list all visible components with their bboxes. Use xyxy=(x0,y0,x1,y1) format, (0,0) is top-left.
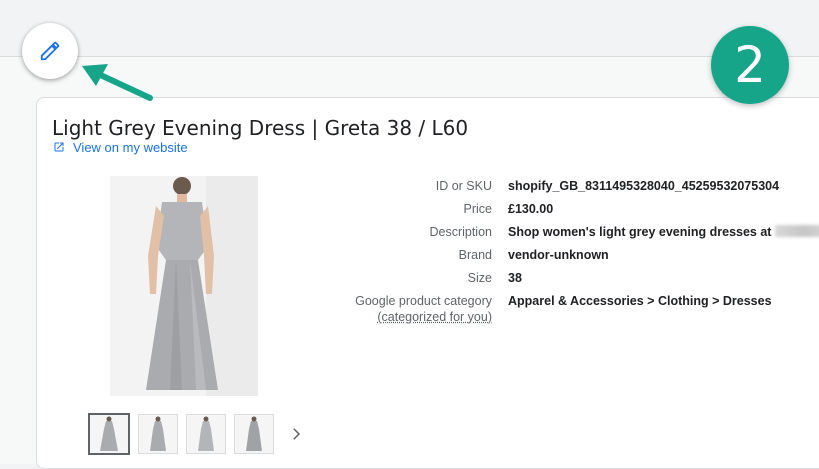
product-image xyxy=(110,176,258,396)
product-details: ID or SKU shopify_GB_8311495328040_45259… xyxy=(330,178,819,327)
categorized-note[interactable]: (categorized for you) xyxy=(330,309,492,325)
description-text: Shop women's light grey evening dresses … xyxy=(508,225,772,239)
view-link-label: View on my website xyxy=(73,139,188,155)
chevron-right-icon xyxy=(293,428,301,440)
detail-value-size: 38 xyxy=(508,271,522,285)
thumbnail[interactable] xyxy=(88,413,130,455)
edit-button[interactable] xyxy=(22,23,78,79)
thumbnail[interactable] xyxy=(186,414,226,454)
external-link-icon xyxy=(54,142,64,152)
thumbnail[interactable] xyxy=(138,414,178,454)
pointer-arrow-annotation xyxy=(82,64,153,101)
view-on-website-link[interactable]: View on my website xyxy=(53,139,188,155)
pencil-icon xyxy=(40,41,60,61)
detail-value-brand: vendor-unknown xyxy=(508,248,609,262)
detail-label-id: ID or SKU xyxy=(435,179,492,193)
detail-value-price: £130.00 xyxy=(508,202,554,216)
detail-label-brand: Brand xyxy=(458,248,492,262)
redacted-text xyxy=(775,225,819,237)
category-label: Google product category xyxy=(355,294,492,308)
detail-label-category: Google product category (categorized for… xyxy=(330,293,492,327)
thumbnail-strip xyxy=(88,412,308,456)
next-thumbnails-button[interactable] xyxy=(284,422,308,446)
product-title: Light Grey Evening Dress | Greta 38 / L6… xyxy=(52,116,469,140)
thumbnail[interactable] xyxy=(234,414,274,454)
detail-label-size: Size xyxy=(467,271,492,285)
detail-value-category: Apparel & Accessories > Clothing > Dress… xyxy=(508,294,772,308)
detail-value-id: shopify_GB_8311495328040_45259532075304 xyxy=(508,179,780,193)
detail-label-description: Description xyxy=(429,225,492,239)
detail-label-price: Price xyxy=(463,202,492,216)
detail-value-description: Shop women's light grey evening dresses … xyxy=(508,224,819,247)
step-number-badge: 2 xyxy=(711,26,789,104)
